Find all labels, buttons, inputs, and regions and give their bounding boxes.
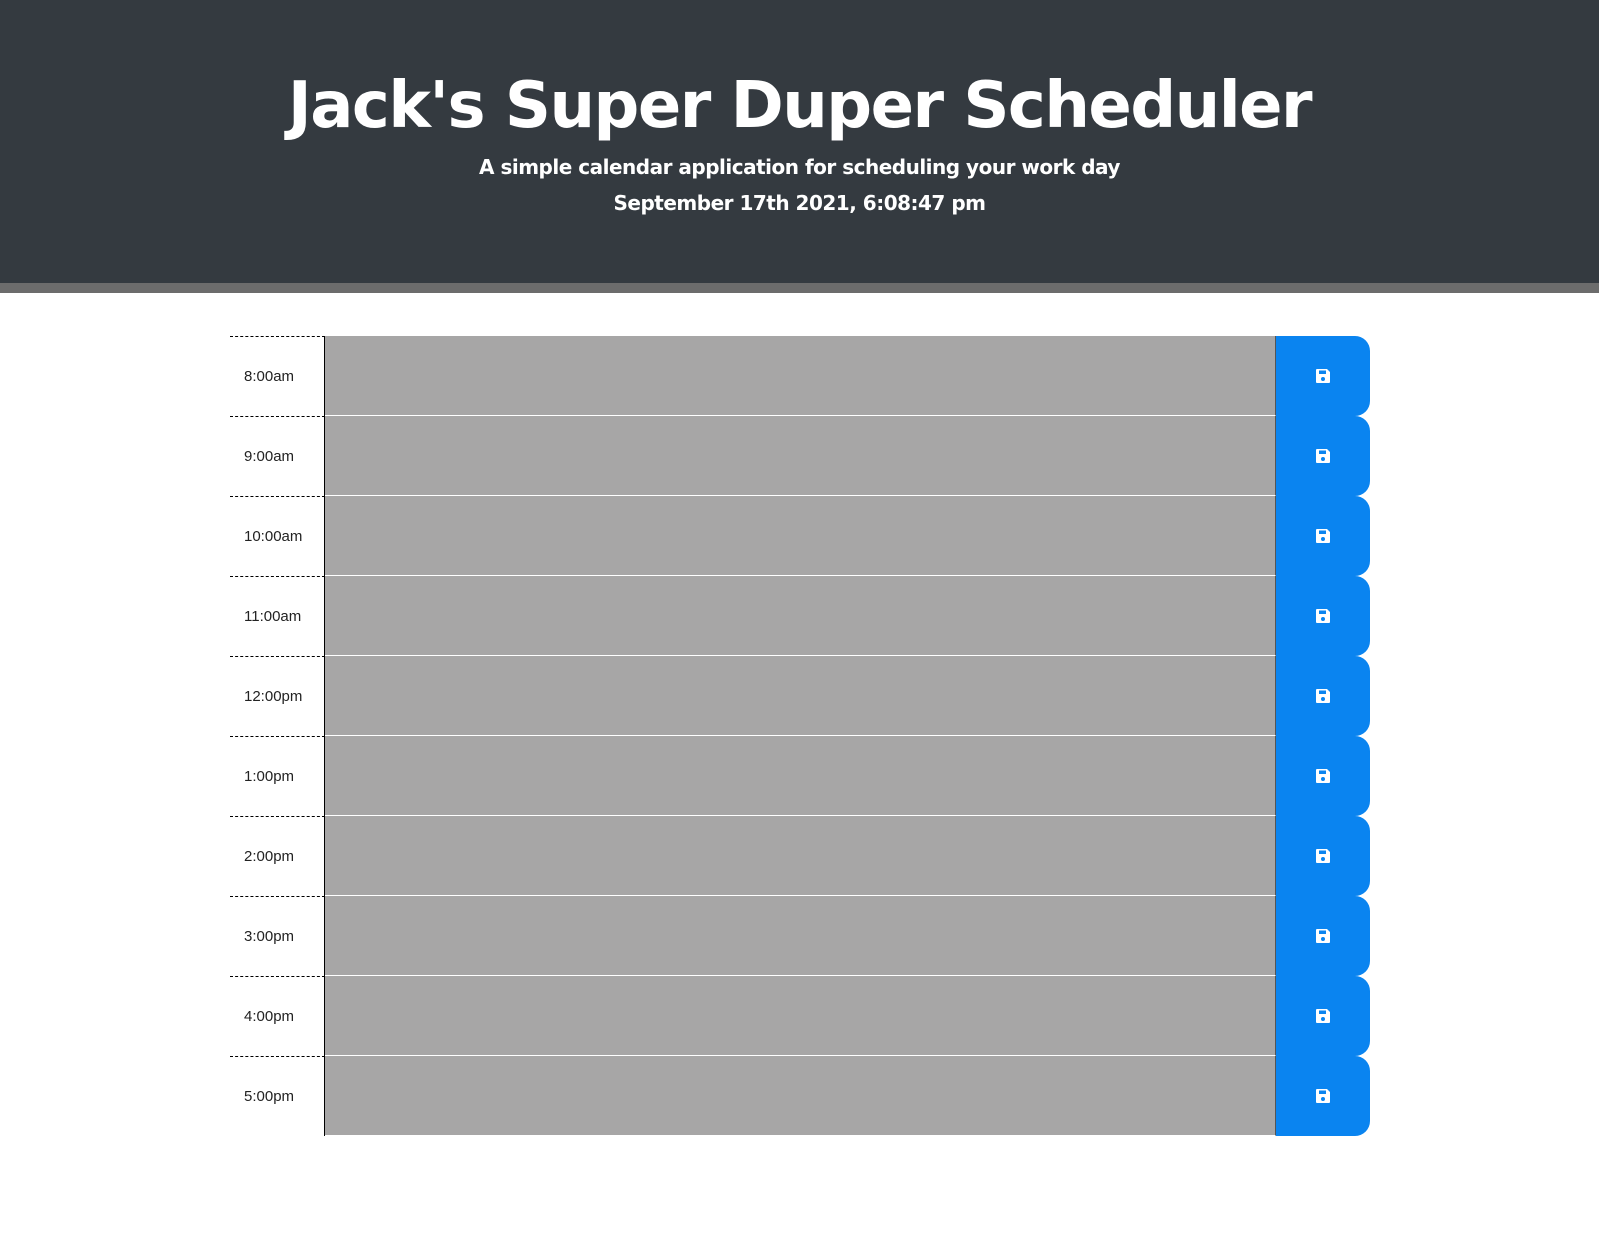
time-block: 11:00am [230, 576, 1370, 656]
floppy-disk-icon [1316, 369, 1330, 383]
description-input[interactable] [325, 336, 1276, 416]
time-block: 5:00pm [230, 1056, 1370, 1136]
hour-label: 5:00pm [230, 1056, 325, 1136]
floppy-disk-icon [1316, 609, 1330, 623]
floppy-disk-icon [1316, 689, 1330, 703]
save-button[interactable] [1276, 496, 1370, 576]
current-day: September 17th 2021, 6:08:47 pm [613, 191, 986, 215]
save-button[interactable] [1276, 736, 1370, 816]
hour-label: 12:00pm [230, 656, 325, 736]
description-input[interactable] [325, 736, 1276, 816]
time-block: 1:00pm [230, 736, 1370, 816]
save-button[interactable] [1276, 1056, 1370, 1136]
time-block: 3:00pm [230, 896, 1370, 976]
save-button[interactable] [1276, 976, 1370, 1056]
floppy-disk-icon [1316, 529, 1330, 543]
save-button[interactable] [1276, 336, 1370, 416]
floppy-disk-icon [1316, 849, 1330, 863]
floppy-disk-icon [1316, 1009, 1330, 1023]
description-input[interactable] [325, 496, 1276, 576]
time-block-container: 8:00am 9:00am 10:00am 11:00am 12:00pm 1: [230, 336, 1370, 1136]
time-block: 4:00pm [230, 976, 1370, 1056]
description-input[interactable] [325, 576, 1276, 656]
hour-label: 3:00pm [230, 896, 325, 976]
floppy-disk-icon [1316, 929, 1330, 943]
hour-label: 9:00am [230, 416, 325, 496]
hour-label: 4:00pm [230, 976, 325, 1056]
description-input[interactable] [325, 816, 1276, 896]
save-button[interactable] [1276, 576, 1370, 656]
hour-label: 1:00pm [230, 736, 325, 816]
hour-label: 8:00am [230, 336, 325, 416]
description-input[interactable] [325, 656, 1276, 736]
description-input[interactable] [325, 1056, 1276, 1136]
time-block: 12:00pm [230, 656, 1370, 736]
time-block: 10:00am [230, 496, 1370, 576]
description-input[interactable] [325, 896, 1276, 976]
floppy-disk-icon [1316, 769, 1330, 783]
save-button[interactable] [1276, 816, 1370, 896]
save-button[interactable] [1276, 416, 1370, 496]
time-block: 8:00am [230, 336, 1370, 416]
page-title: Jack's Super Duper Scheduler [287, 69, 1313, 143]
page-subtitle: A simple calendar application for schedu… [479, 155, 1120, 179]
time-block: 9:00am [230, 416, 1370, 496]
description-input[interactable] [325, 976, 1276, 1056]
page-header: Jack's Super Duper Scheduler A simple ca… [0, 0, 1599, 293]
hour-label: 11:00am [230, 576, 325, 656]
hour-label: 2:00pm [230, 816, 325, 896]
description-input[interactable] [325, 416, 1276, 496]
floppy-disk-icon [1316, 1089, 1330, 1103]
floppy-disk-icon [1316, 449, 1330, 463]
time-block: 2:00pm [230, 816, 1370, 896]
hour-label: 10:00am [230, 496, 325, 576]
save-button[interactable] [1276, 656, 1370, 736]
save-button[interactable] [1276, 896, 1370, 976]
